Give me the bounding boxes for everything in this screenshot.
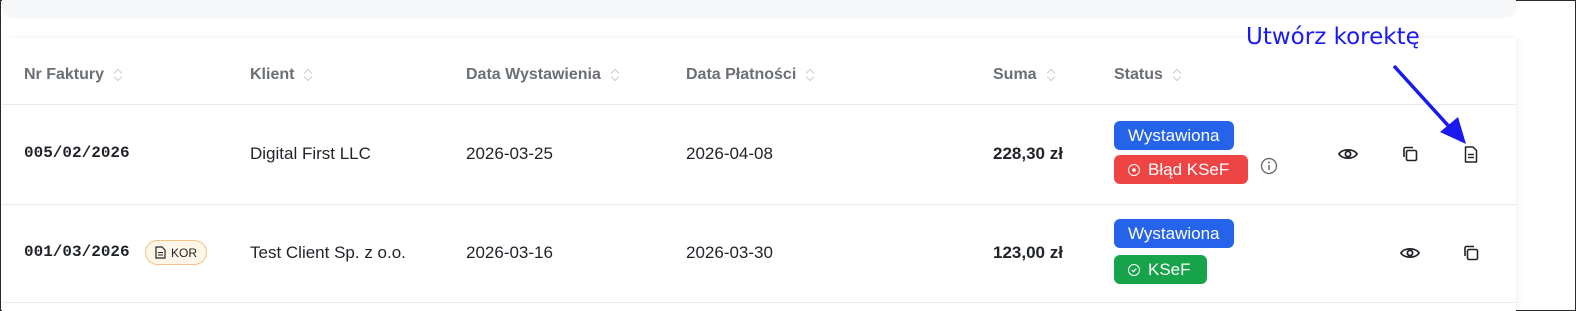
column-header-issue-date[interactable]: Data Wystawienia: [466, 64, 620, 86]
header-label: Nr Faktury: [24, 66, 105, 83]
invoice-total: 123,00 zł: [993, 243, 1063, 262]
sort-icon[interactable]: [1047, 68, 1056, 82]
column-header-invoice-no[interactable]: Nr Faktury: [24, 64, 123, 86]
column-header-total[interactable]: Suma: [993, 64, 1056, 86]
annotation-label: Utwórz korektę: [1246, 24, 1420, 50]
document-icon: [155, 246, 166, 259]
ksef-status-label: Błąd KSeF: [1148, 159, 1230, 179]
correction-badge-label: KOR: [170, 245, 197, 260]
status-badge: Wystawiona: [1114, 121, 1234, 150]
row-divider: [2, 204, 1516, 205]
check-circle-icon: [1128, 263, 1140, 276]
sort-icon[interactable]: [611, 68, 620, 82]
sort-icon[interactable]: [1173, 68, 1182, 82]
payment-date: 2026-03-30: [686, 243, 773, 262]
payment-date: 2026-04-08: [686, 144, 773, 163]
correction-badge: KOR: [145, 240, 207, 265]
client-name: Test Client Sp. z o.o.: [250, 243, 406, 262]
column-header-payment-date[interactable]: Data Płatności: [686, 64, 815, 86]
header-label: Data Płatności: [686, 66, 797, 83]
issue-date: 2026-03-25: [466, 144, 553, 163]
ksef-ok-badge: KSeF: [1114, 255, 1207, 284]
row-divider: [2, 104, 1516, 105]
ksef-status-label: KSeF: [1148, 259, 1191, 279]
client-name: Digital First LLC: [250, 144, 371, 163]
header-label: Data Wystawienia: [466, 66, 601, 83]
sort-icon[interactable]: [806, 68, 815, 82]
eye-icon[interactable]: [1334, 142, 1362, 166]
invoice-total: 228,30 zł: [993, 144, 1063, 163]
header-label: Klient: [250, 66, 295, 83]
top-panel-edge: [2, 0, 1516, 16]
status-label: Wystawiona: [1128, 125, 1220, 145]
status-label: Wystawiona: [1128, 223, 1220, 243]
status-badge: Wystawiona: [1114, 219, 1234, 248]
column-header-status[interactable]: Status: [1114, 64, 1182, 86]
invoice-number[interactable]: 001/03/2026: [24, 243, 130, 261]
ksef-error-badge: Błąd KSeF: [1114, 155, 1248, 184]
issue-date: 2026-03-16: [466, 243, 553, 262]
info-icon[interactable]: [1258, 155, 1280, 177]
sort-icon[interactable]: [114, 68, 123, 82]
eye-icon[interactable]: [1396, 241, 1424, 265]
invoice-number[interactable]: 005/02/2026: [24, 144, 130, 162]
annotation-arrow: [1392, 64, 1466, 144]
header-label: Suma: [993, 66, 1037, 83]
copy-icon[interactable]: [1457, 241, 1485, 265]
header-label: Status: [1114, 66, 1163, 83]
column-header-client[interactable]: Klient: [250, 64, 313, 86]
sort-icon[interactable]: [304, 68, 313, 82]
error-circle-icon: [1128, 163, 1140, 176]
row-divider: [2, 302, 1516, 303]
